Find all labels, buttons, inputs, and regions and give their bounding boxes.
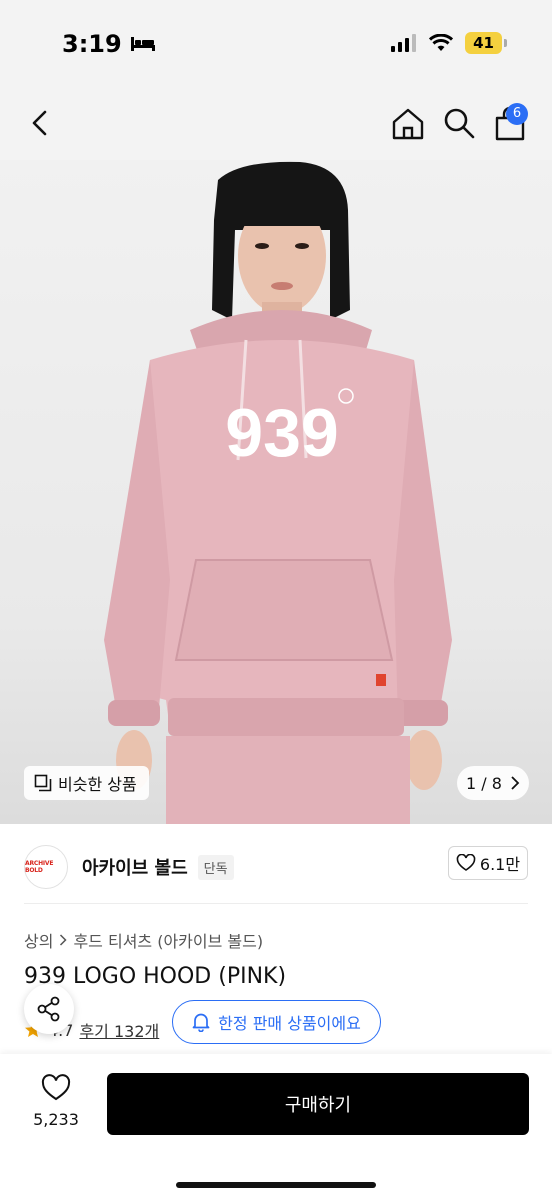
cart-count-badge: 6 [506,103,528,125]
status-bar: 3:19 41 [0,0,552,92]
image-pager-count: 1 / 8 [466,773,502,793]
exclusive-badge: 단독 [197,854,234,880]
chevron-right-icon [511,776,520,790]
battery-icon: 41 [465,32,507,54]
brand-row[interactable]: ARCHIVE BOLD 아카이브 볼드 단독 6.1만 [24,836,528,898]
home-icon[interactable] [390,106,426,142]
breadcrumb-subcategory[interactable]: 후드 티셔츠 (아카이브 볼드) [73,928,263,952]
home-indicator [176,1182,376,1188]
brand-logo[interactable]: ARCHIVE BOLD [24,845,68,889]
top-nav [0,92,552,160]
heart-icon [456,854,476,871]
wifi-icon [429,34,454,51]
product-title: 939 LOGO HOOD (PINK) [24,964,287,989]
brand-logo-text: ARCHIVE BOLD [25,860,54,874]
similar-products-button[interactable]: 비슷한 상품 [24,766,149,800]
status-time: 3:19 [62,30,156,58]
limited-sale-notice[interactable]: 한정 판매 상품이에요 [172,1000,381,1044]
similar-products-label: 비슷한 상품 [58,775,137,794]
reviews-link[interactable]: 후기 132개 [79,1018,159,1042]
breadcrumb: 상의 후드 티셔츠 (아카이브 볼드) [24,928,263,952]
brand-like-count: 6.1만 [479,855,521,874]
bottom-purchase-bar: 5,233 구매하기 [0,1054,552,1200]
similar-icon [34,774,52,792]
chevron-left-icon[interactable] [24,106,58,140]
heart-icon [41,1074,71,1101]
brand-like-button[interactable]: 6.1만 [448,846,528,880]
wishlist-count: 5,233 [33,1110,79,1129]
status-indicators: 41 [391,32,507,54]
share-icon [37,996,60,1022]
chevron-right-icon [60,934,68,946]
product-photo: 939 [104,161,452,824]
buy-button[interactable]: 구매하기 [107,1073,529,1135]
share-button[interactable] [24,984,74,1034]
brand-name[interactable]: 아카이브 볼드 [82,854,188,880]
limited-sale-label: 한정 판매 상품이에요 [218,1014,361,1033]
divider [24,903,528,904]
search-icon[interactable] [442,106,476,140]
image-pager[interactable]: 1 / 8 [457,766,529,800]
product-image-carousel[interactable]: 939 비슷한 상품 1 / 8 [0,160,552,824]
bell-icon [192,1013,210,1032]
signal-icon [391,34,417,52]
breadcrumb-category[interactable]: 상의 [24,928,53,952]
wishlist-button[interactable]: 5,233 [26,1074,86,1129]
bed-icon [130,37,155,51]
hoodie-print-text: 939 [225,395,338,471]
